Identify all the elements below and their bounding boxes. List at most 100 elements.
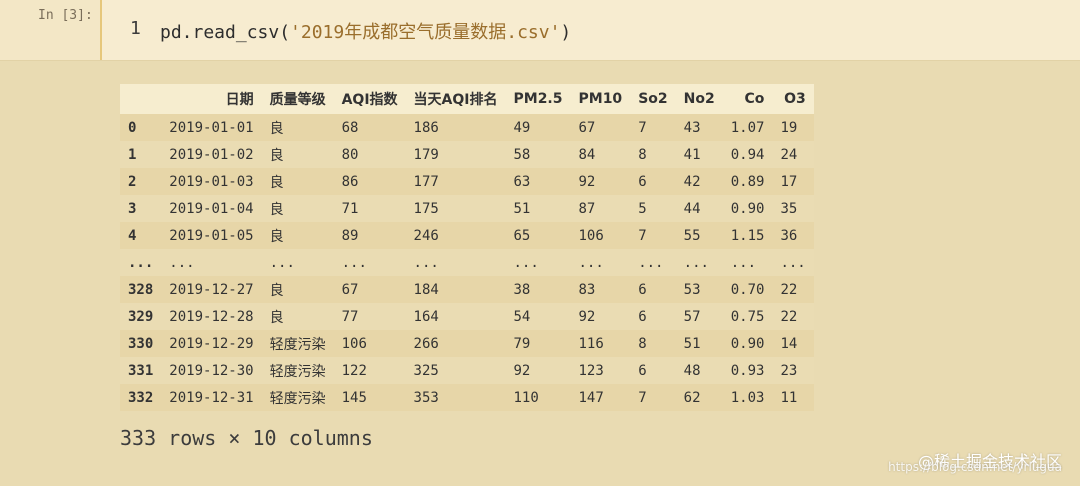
table-cell: ...	[269, 254, 295, 271]
table-cell: 89	[341, 227, 359, 244]
column-header: AQI指数	[341, 92, 398, 108]
table-cell: 19	[780, 119, 798, 136]
table-cell: 2019-01-01	[169, 119, 254, 136]
table-cell: 轻度污染	[269, 363, 326, 380]
table-body: 0 2019-01-01 良 68 186 49 67 7 43 1.07 19 1 2019-01-0…	[120, 114, 814, 411]
table-cell: 86	[341, 173, 359, 190]
table-cell: 2019-12-29	[169, 335, 254, 352]
table-cell: 177	[413, 173, 439, 190]
code-editor[interactable]: 1 pd.read_csv('2019年成都空气质量数据.csv')	[100, 0, 1080, 60]
row-index: 4	[128, 227, 137, 244]
column-header: 当天AQI排名	[413, 92, 498, 108]
table-cell: 49	[513, 119, 531, 136]
code-function: pd.read_csv(	[160, 22, 291, 43]
table-cell: 184	[413, 281, 439, 298]
table-cell: 2019-01-02	[169, 146, 254, 163]
table-cell: ...	[169, 254, 195, 271]
table-row: 328 2019-12-27 良 67 184 38 83 6 53 0.70 22	[120, 276, 814, 303]
table-cell: 80	[341, 146, 359, 163]
column-header: 日期	[225, 92, 254, 108]
table-cell: 5	[638, 200, 647, 217]
table-cell: 110	[513, 389, 539, 406]
index-header	[120, 84, 161, 114]
table-cell: 83	[578, 281, 596, 298]
column-header: O3	[784, 91, 806, 107]
dataframe-shape: 333 rows × 10 columns	[120, 426, 373, 450]
table-cell: 175	[413, 200, 439, 217]
table-cell: 2019-01-03	[169, 173, 254, 190]
table-cell: 2019-01-05	[169, 227, 254, 244]
table-cell: 48	[683, 362, 701, 379]
column-header: So2	[638, 91, 668, 107]
table-cell: 79	[513, 335, 531, 352]
output-area: 日期 质量等级 AQI指数 当天AQI排名 PM2.5 PM10 So2 No2 Co O3 0 2…	[120, 84, 814, 411]
row-index: 3	[128, 200, 137, 217]
table-cell: 良	[269, 309, 284, 326]
table-cell: 0.90	[730, 335, 765, 352]
column-header: PM10	[578, 91, 623, 107]
table-cell: 1.15	[730, 227, 765, 244]
table-cell: ...	[780, 254, 806, 271]
table-cell: 6	[638, 308, 647, 325]
table-cell: 325	[413, 362, 439, 379]
table-cell: 116	[578, 335, 604, 352]
column-header: Co	[744, 91, 765, 107]
table-cell: 44	[683, 200, 701, 217]
table-cell: 67	[341, 281, 359, 298]
table-cell: 43	[683, 119, 701, 136]
table-cell: 良	[269, 228, 284, 245]
table-cell: 164	[413, 308, 439, 325]
table-cell: 0.90	[730, 200, 765, 217]
table-cell: 106	[341, 335, 367, 352]
code-cell[interactable]: In [3]: 1 pd.read_csv('2019年成都空气质量数据.csv…	[0, 0, 1080, 61]
table-cell: 轻度污染	[269, 390, 326, 407]
table-cell: ...	[638, 254, 664, 271]
column-header: 质量等级	[269, 92, 326, 108]
table-cell: 7	[638, 119, 647, 136]
table-header-row: 日期 质量等级 AQI指数 当天AQI排名 PM2.5 PM10 So2 No2 Co O3	[120, 84, 814, 114]
table-cell: 7	[638, 389, 647, 406]
table-cell: 122	[341, 362, 367, 379]
table-cell: 6	[638, 173, 647, 190]
table-cell: 良	[269, 201, 284, 218]
table-cell: 6	[638, 281, 647, 298]
row-index: ...	[128, 254, 154, 271]
table-row: 1 2019-01-02 良 80 179 58 84 8 41 0.94 24	[120, 141, 814, 168]
column-header: No2	[683, 91, 715, 107]
table-cell: 63	[513, 173, 531, 190]
table-row: 2 2019-01-03 良 86 177 63 92 6 42 0.89 17	[120, 168, 814, 195]
table-cell: 92	[578, 173, 596, 190]
table-cell: 0.94	[730, 146, 765, 163]
watermark-url: https://blog.csdn.net/yrlugua	[888, 460, 1062, 474]
table-cell: 17	[780, 173, 798, 190]
table-cell: 1.03	[730, 389, 765, 406]
table-cell: 84	[578, 146, 596, 163]
table-cell: 良	[269, 120, 284, 137]
row-index: 331	[128, 362, 154, 379]
table-cell: 35	[780, 200, 798, 217]
table-cell: 36	[780, 227, 798, 244]
table-cell: 51	[513, 200, 531, 217]
table-row: 4 2019-01-05 良 89 246 65 106 7 55 1.15 36	[120, 222, 814, 249]
table-cell: 147	[578, 389, 604, 406]
table-cell: 58	[513, 146, 531, 163]
row-index: 0	[128, 119, 137, 136]
table-cell: 0.93	[730, 362, 765, 379]
cell-prompt: In [3]:	[38, 8, 93, 23]
row-index: 332	[128, 389, 154, 406]
table-cell: 轻度污染	[269, 336, 326, 353]
row-index: 328	[128, 281, 154, 298]
table-cell: 8	[638, 146, 647, 163]
table-row: 330 2019-12-29 轻度污染 106 266 79 116 8 51 0.90 14	[120, 330, 814, 357]
table-cell: 2019-12-27	[169, 281, 254, 298]
table-row: 331 2019-12-30 轻度污染 122 325 92 123 6 48 0.93 23	[120, 357, 814, 384]
row-index: 1	[128, 146, 137, 163]
table-row: 329 2019-12-28 良 77 164 54 92 6 57 0.75 22	[120, 303, 814, 330]
table-row: 332 2019-12-31 轻度污染 145 353 110 147 7 62 1.03 11	[120, 384, 814, 411]
table-cell: 54	[513, 308, 531, 325]
table-cell: 23	[780, 362, 798, 379]
table-cell: 0.70	[730, 281, 765, 298]
dataframe-table: 日期 质量等级 AQI指数 当天AQI排名 PM2.5 PM10 So2 No2 Co O3 0 2…	[120, 84, 814, 411]
table-cell: ...	[413, 254, 439, 271]
table-cell: 123	[578, 362, 604, 379]
